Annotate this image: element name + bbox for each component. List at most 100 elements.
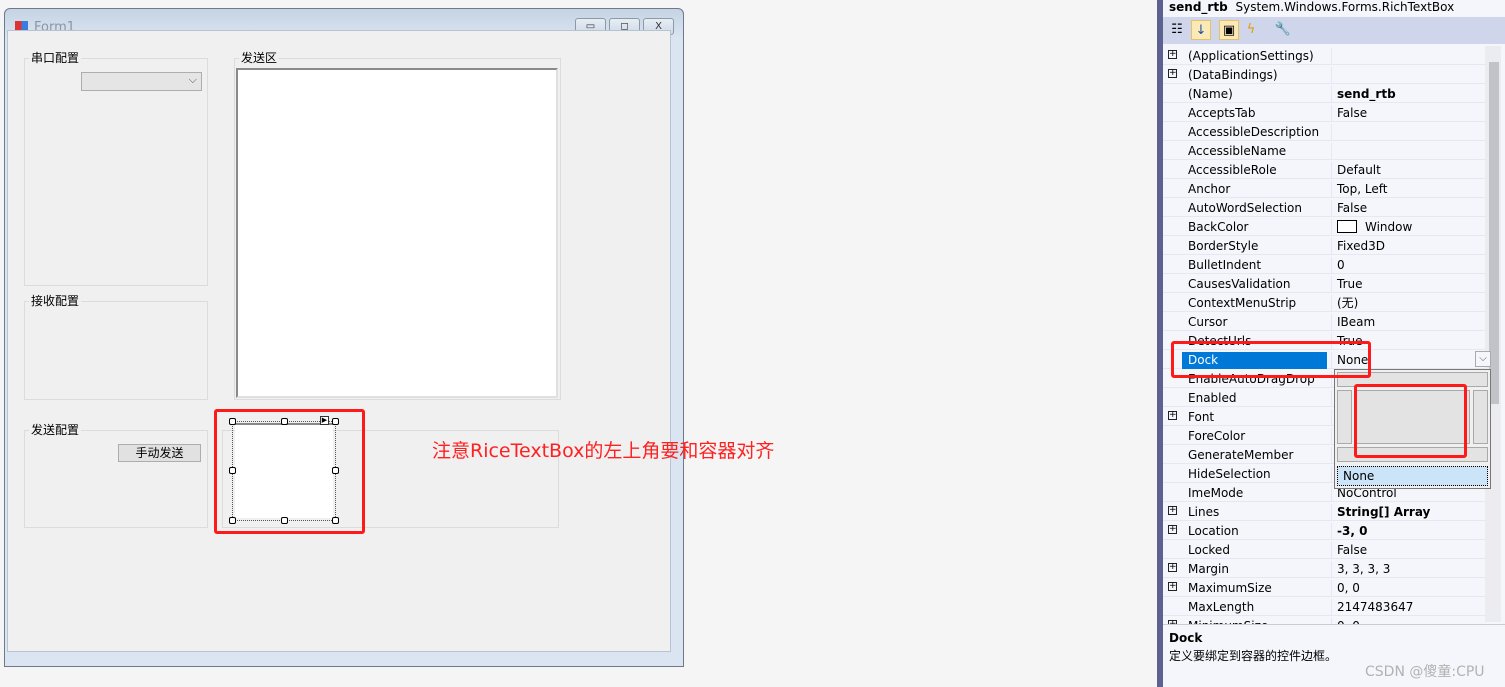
dock-right-option[interactable] <box>1473 390 1488 444</box>
categorized-icon[interactable]: ☷ <box>1167 20 1187 40</box>
property-name: HideSelection <box>1188 467 1271 481</box>
serial-port-combo[interactable]: ⌵ <box>81 72 202 91</box>
property-row[interactable]: AccessibleDescription <box>1163 122 1485 141</box>
property-value[interactable]: Window <box>1331 219 1489 236</box>
property-row[interactable]: AccessibleRole Default <box>1163 160 1485 179</box>
property-row[interactable]: AcceptsTab False <box>1163 103 1485 122</box>
property-name: (Name) <box>1188 87 1233 101</box>
property-value[interactable]: 0, 0 <box>1331 580 1489 597</box>
annotation-highlight-box <box>1354 384 1467 458</box>
property-value[interactable]: send_rtb <box>1331 86 1489 103</box>
object-name: send_rtb <box>1169 0 1228 14</box>
property-value[interactable]: IBeam <box>1331 314 1489 331</box>
property-value-text: (无) <box>1337 296 1359 310</box>
property-name: AccessibleDescription <box>1188 125 1320 139</box>
property-row[interactable]: BulletIndent 0 <box>1163 255 1485 274</box>
serial-config-group[interactable] <box>24 58 208 286</box>
property-value-text: True <box>1337 277 1363 291</box>
property-name: Font <box>1188 410 1215 424</box>
expand-icon[interactable]: + <box>1168 69 1177 78</box>
property-value-text: Window <box>1365 220 1413 234</box>
property-value[interactable]: Fixed3D <box>1331 238 1489 255</box>
expand-icon[interactable]: + <box>1168 506 1177 515</box>
property-value[interactable] <box>1331 124 1489 141</box>
object-selector[interactable]: send_rtb System.Windows.Forms.RichTextBo… <box>1163 0 1505 16</box>
property-name: BorderStyle <box>1188 239 1259 253</box>
property-row[interactable]: + MaximumSize 0, 0 <box>1163 578 1485 597</box>
property-value-text: Fixed3D <box>1337 239 1385 253</box>
events-icon[interactable]: ϟ <box>1241 20 1261 40</box>
property-row[interactable]: + (ApplicationSettings) <box>1163 46 1485 65</box>
property-name: Anchor <box>1188 182 1231 196</box>
property-name: AccessibleName <box>1188 144 1287 158</box>
property-value[interactable]: False <box>1331 105 1489 122</box>
property-row[interactable]: CausesValidation True <box>1163 274 1485 293</box>
receive-config-group[interactable] <box>24 301 208 400</box>
property-name: ImeMode <box>1188 486 1244 500</box>
property-value[interactable]: String[] Array <box>1331 504 1489 521</box>
dock-left-option[interactable] <box>1337 390 1352 444</box>
properties-icon[interactable]: ▣ <box>1219 20 1239 40</box>
property-value[interactable]: True <box>1331 276 1489 293</box>
property-value-text: 2147483647 <box>1337 600 1414 614</box>
property-value-text: False <box>1337 543 1368 557</box>
property-value-text: String[] Array <box>1337 505 1431 519</box>
object-type: System.Windows.Forms.RichTextBox <box>1235 0 1455 14</box>
property-name: CausesValidation <box>1188 277 1291 291</box>
expand-icon[interactable]: + <box>1168 50 1177 59</box>
property-name: (DataBindings) <box>1188 68 1278 82</box>
serial-config-label: 串口配置 <box>29 49 82 66</box>
property-name: Lines <box>1188 505 1220 519</box>
property-value[interactable] <box>1331 143 1489 160</box>
expand-icon[interactable]: + <box>1168 582 1177 591</box>
property-toolbar: ☷ ↓ ▣ ϟ 🔧 <box>1163 17 1505 44</box>
property-value[interactable] <box>1331 48 1489 65</box>
property-value[interactable]: (无) <box>1331 295 1489 312</box>
property-name: (ApplicationSettings) <box>1188 49 1314 63</box>
property-value-text: 0 <box>1337 258 1345 272</box>
property-value[interactable]: Top, Left <box>1331 181 1489 198</box>
property-row[interactable]: (Name) send_rtb <box>1163 84 1485 103</box>
dock-dropdown-button[interactable]: ⌵ <box>1475 351 1491 367</box>
property-value[interactable]: -3, 0 <box>1331 523 1489 540</box>
property-pages-icon[interactable]: 🔧 <box>1273 20 1293 40</box>
property-value-text: Top, Left <box>1337 182 1388 196</box>
property-value[interactable]: Default <box>1331 162 1489 179</box>
alphabetical-icon[interactable]: ↓ <box>1191 20 1211 40</box>
property-row[interactable]: + Location -3, 0 <box>1163 521 1485 540</box>
property-row[interactable]: MaxLength 2147483647 <box>1163 597 1485 616</box>
chevron-down-icon: ⌵ <box>188 73 197 86</box>
expand-icon[interactable]: + <box>1168 563 1177 572</box>
property-row[interactable]: Anchor Top, Left <box>1163 179 1485 198</box>
property-value-text: 0, 0 <box>1337 581 1360 595</box>
property-value[interactable] <box>1331 67 1489 84</box>
dock-none-option[interactable]: None <box>1337 466 1488 486</box>
send-config-label: 发送配置 <box>29 421 82 438</box>
property-value[interactable]: 0 <box>1331 257 1489 274</box>
expand-icon[interactable]: + <box>1168 525 1177 534</box>
property-row[interactable]: + (DataBindings) <box>1163 65 1485 84</box>
property-name: AcceptsTab <box>1188 106 1256 120</box>
property-row[interactable]: ContextMenuStrip (无) <box>1163 293 1485 312</box>
watermark: CSDN @傻童:CPU <box>1365 664 1485 680</box>
property-value[interactable]: 3, 3, 3, 3 <box>1331 561 1489 578</box>
property-row[interactable]: Cursor IBeam <box>1163 312 1485 331</box>
property-row[interactable]: Locked False <box>1163 540 1485 559</box>
expand-icon[interactable]: + <box>1168 411 1177 420</box>
property-name: Enabled <box>1188 391 1237 405</box>
send-area-textbox[interactable] <box>236 68 558 398</box>
property-value[interactable]: False <box>1331 200 1489 217</box>
property-value[interactable]: False <box>1331 542 1489 559</box>
property-value[interactable]: 2147483647 <box>1331 599 1489 616</box>
manual-send-button[interactable]: 手动发送 <box>118 444 201 462</box>
property-row[interactable]: BorderStyle Fixed3D <box>1163 236 1485 255</box>
property-name: Location <box>1188 524 1239 538</box>
annotation-text: 注意RiceTextBox的左上角要和容器对齐 <box>432 440 775 462</box>
property-name: MaximumSize <box>1188 581 1272 595</box>
property-value-text: False <box>1337 106 1368 120</box>
property-row[interactable]: AccessibleName <box>1163 141 1485 160</box>
property-row[interactable]: + Lines String[] Array <box>1163 502 1485 521</box>
property-row[interactable]: BackColor Window <box>1163 217 1485 236</box>
property-row[interactable]: AutoWordSelection False <box>1163 198 1485 217</box>
property-row[interactable]: + Margin 3, 3, 3, 3 <box>1163 559 1485 578</box>
